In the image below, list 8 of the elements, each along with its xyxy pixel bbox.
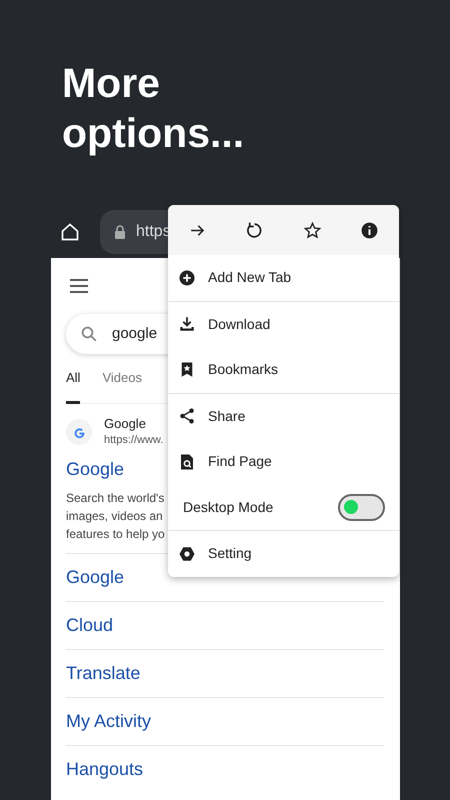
- snippet-text: Search the world's: [66, 490, 164, 507]
- site-address: https://www.: [104, 433, 164, 448]
- snippet-text: images, videos an: [66, 508, 163, 525]
- headline-text: options...: [62, 109, 244, 158]
- headline-text: More: [62, 59, 160, 108]
- snippet-text: features to help yo: [66, 526, 165, 543]
- site-name: Google: [104, 416, 147, 432]
- menu-item-label: Desktop Mode: [182, 498, 274, 517]
